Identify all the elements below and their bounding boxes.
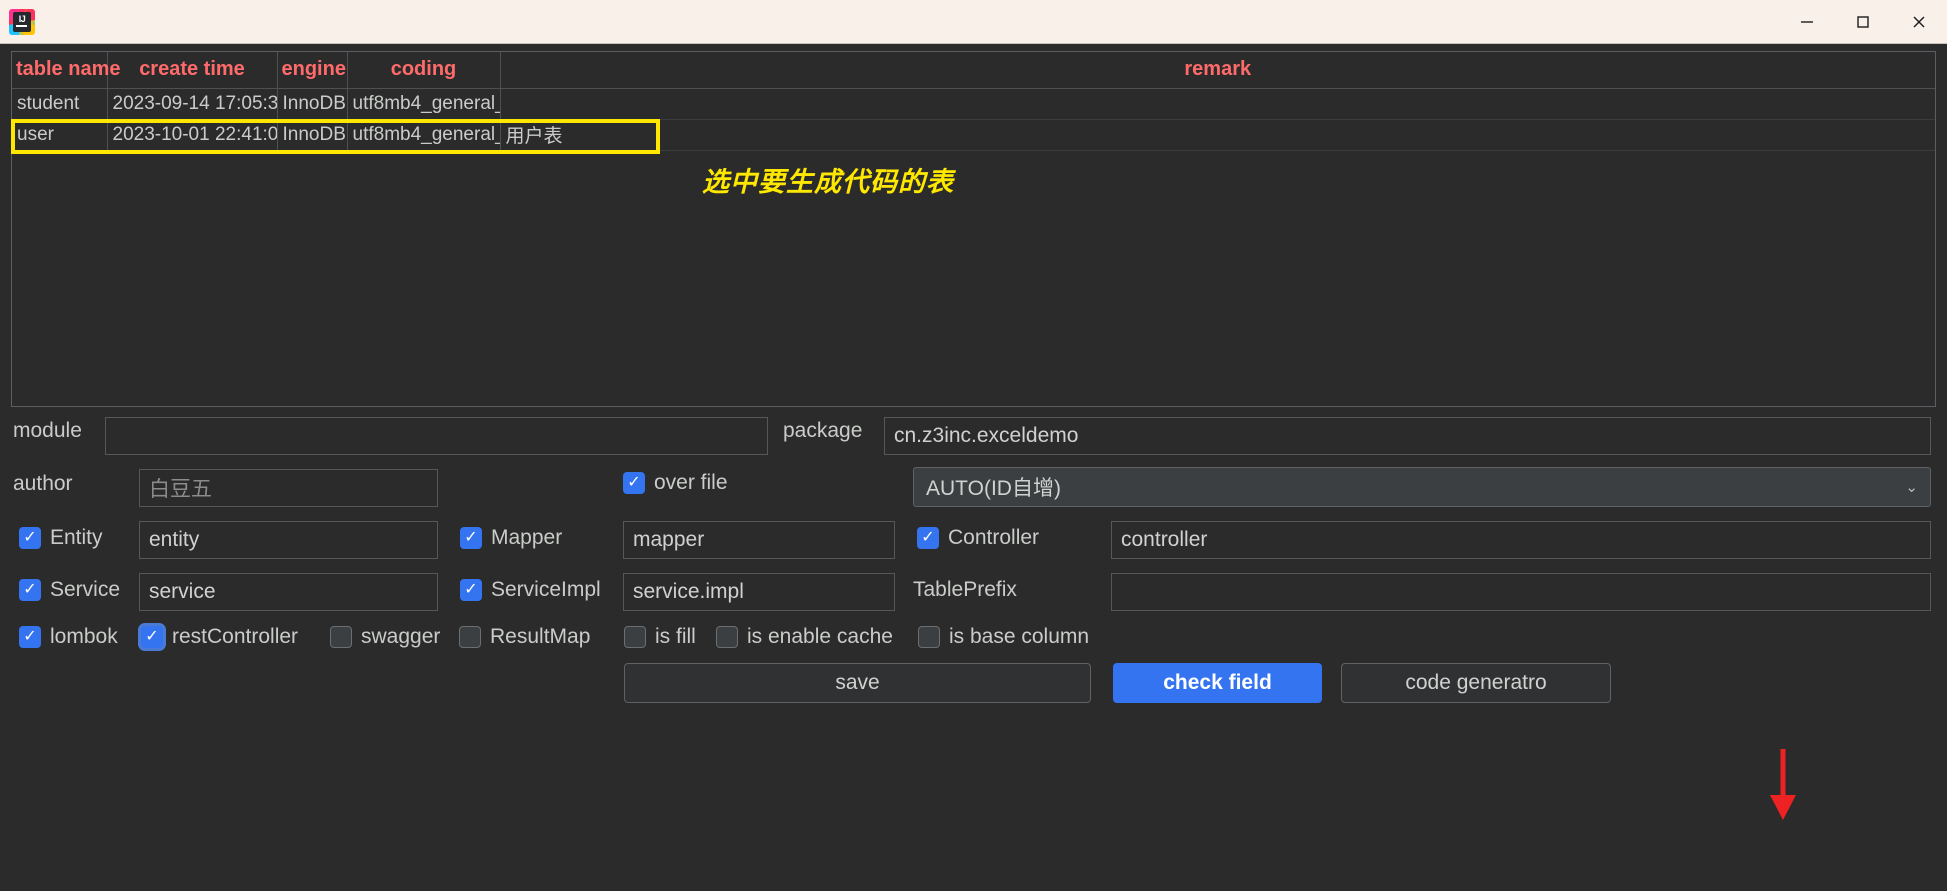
module-label: module bbox=[13, 419, 82, 442]
mapper-package-input[interactable]: mapper bbox=[623, 521, 895, 559]
cell-engine: InnoDB bbox=[277, 119, 348, 151]
window-titlebar: IJ bbox=[0, 0, 1947, 44]
column-header-table-name[interactable]: table name bbox=[12, 52, 120, 89]
column-header-remark[interactable]: remark bbox=[500, 52, 1935, 89]
swagger-checkbox[interactable] bbox=[330, 626, 352, 648]
swagger-label: swagger bbox=[361, 625, 441, 648]
rest-controller-checkbox[interactable] bbox=[141, 626, 163, 648]
chevron-down-icon: ⌄ bbox=[1905, 479, 1918, 496]
id-type-select[interactable]: AUTO(ID自增) ⌄ bbox=[913, 467, 1931, 507]
column-header-create-time[interactable]: create time bbox=[107, 52, 278, 89]
is-fill-checkbox-row[interactable]: is fill bbox=[624, 625, 696, 649]
annotation-arrow-to-code-generator bbox=[1770, 749, 1796, 820]
generator-options-form: module package cn.z3inc.exceldemo author… bbox=[0, 407, 1947, 891]
is-fill-checkbox[interactable] bbox=[624, 626, 646, 648]
service-impl-package-input[interactable]: service.impl bbox=[623, 573, 895, 611]
over-file-label: over file bbox=[654, 471, 728, 494]
cell-table-name: student bbox=[12, 88, 108, 120]
is-enable-cache-checkbox[interactable] bbox=[716, 626, 738, 648]
module-input[interactable] bbox=[105, 417, 768, 455]
author-label: author bbox=[13, 472, 73, 495]
entity-checkbox-row[interactable]: Entity bbox=[19, 526, 103, 550]
rest-controller-checkbox-row[interactable]: restController bbox=[141, 625, 298, 649]
controller-label: Controller bbox=[948, 526, 1040, 549]
mapper-checkbox-row[interactable]: Mapper bbox=[460, 526, 562, 550]
cell-table-name: user bbox=[12, 119, 108, 151]
service-package-input[interactable]: service bbox=[139, 573, 438, 611]
window-controls bbox=[1779, 0, 1947, 43]
close-icon[interactable] bbox=[1891, 0, 1947, 43]
service-label: Service bbox=[50, 578, 121, 601]
lombok-checkbox[interactable] bbox=[19, 626, 41, 648]
lombok-checkbox-row[interactable]: lombok bbox=[19, 625, 118, 649]
annotation-select-table-note: 选中要生成代码的表 bbox=[702, 167, 954, 198]
over-file-checkbox[interactable] bbox=[623, 472, 645, 494]
service-checkbox-row[interactable]: Service bbox=[19, 578, 120, 602]
result-map-label: ResultMap bbox=[490, 625, 591, 648]
save-button[interactable]: save bbox=[624, 663, 1091, 703]
cell-remark: 用户表 bbox=[500, 119, 1935, 151]
mapper-checkbox[interactable] bbox=[460, 527, 482, 549]
rest-controller-label: restController bbox=[172, 625, 299, 648]
cell-create-time: 2023-09-14 17:05:31 bbox=[107, 88, 278, 120]
cell-create-time: 2023-10-01 22:41:09 bbox=[107, 119, 278, 151]
service-impl-checkbox[interactable] bbox=[460, 579, 482, 601]
database-tables-panel[interactable]: table name create time engine coding rem… bbox=[11, 51, 1936, 407]
minimize-icon[interactable] bbox=[1779, 0, 1835, 43]
over-file-checkbox-row[interactable]: over file bbox=[623, 471, 728, 495]
is-base-column-checkbox-row[interactable]: is base column bbox=[918, 625, 1089, 649]
column-header-coding[interactable]: coding bbox=[347, 52, 501, 89]
is-fill-label: is fill bbox=[655, 625, 696, 648]
cell-coding: utf8mb4_general_ci bbox=[347, 88, 501, 120]
result-map-checkbox[interactable] bbox=[459, 626, 481, 648]
controller-checkbox-row[interactable]: Controller bbox=[917, 526, 1039, 550]
lombok-label: lombok bbox=[50, 625, 118, 648]
tables-grid[interactable]: table name create time engine coding rem… bbox=[12, 52, 1935, 151]
is-enable-cache-label: is enable cache bbox=[747, 625, 893, 648]
maximize-icon[interactable] bbox=[1835, 0, 1891, 43]
controller-package-input[interactable]: controller bbox=[1111, 521, 1931, 559]
table-row[interactable]: user 2023-10-01 22:41:09 InnoDB utf8mb4_… bbox=[12, 119, 1935, 151]
is-enable-cache-checkbox-row[interactable]: is enable cache bbox=[716, 625, 893, 649]
service-impl-checkbox-row[interactable]: ServiceImpl bbox=[460, 578, 601, 602]
table-row[interactable]: student 2023-09-14 17:05:31 InnoDB utf8m… bbox=[12, 88, 1935, 120]
entity-package-input[interactable]: entity bbox=[139, 521, 438, 559]
table-header-row: table name create time engine coding rem… bbox=[12, 52, 1935, 89]
entity-checkbox[interactable] bbox=[19, 527, 41, 549]
entity-label: Entity bbox=[50, 526, 103, 549]
is-base-column-checkbox[interactable] bbox=[918, 626, 940, 648]
column-header-engine[interactable]: engine bbox=[277, 52, 348, 89]
id-type-value: AUTO(ID自增) bbox=[926, 477, 1061, 500]
intellij-idea-icon: IJ bbox=[9, 8, 35, 35]
mapper-label: Mapper bbox=[491, 526, 563, 549]
service-checkbox[interactable] bbox=[19, 579, 41, 601]
service-impl-label: ServiceImpl bbox=[491, 578, 601, 601]
controller-checkbox[interactable] bbox=[917, 527, 939, 549]
check-field-button[interactable]: check field bbox=[1113, 663, 1322, 703]
cell-coding: utf8mb4_general_ci bbox=[347, 119, 501, 151]
package-input[interactable]: cn.z3inc.exceldemo bbox=[884, 417, 1931, 455]
code-generator-button[interactable]: code generatro bbox=[1341, 663, 1611, 703]
cell-remark bbox=[500, 88, 1935, 120]
author-input[interactable]: 白豆五 bbox=[139, 469, 438, 507]
result-map-checkbox-row[interactable]: ResultMap bbox=[459, 625, 590, 649]
package-label: package bbox=[783, 419, 863, 442]
table-prefix-label: TablePrefix bbox=[913, 578, 1017, 601]
is-base-column-label: is base column bbox=[949, 625, 1090, 648]
cell-engine: InnoDB bbox=[277, 88, 348, 120]
swagger-checkbox-row[interactable]: swagger bbox=[330, 625, 440, 649]
table-prefix-input[interactable] bbox=[1111, 573, 1931, 611]
